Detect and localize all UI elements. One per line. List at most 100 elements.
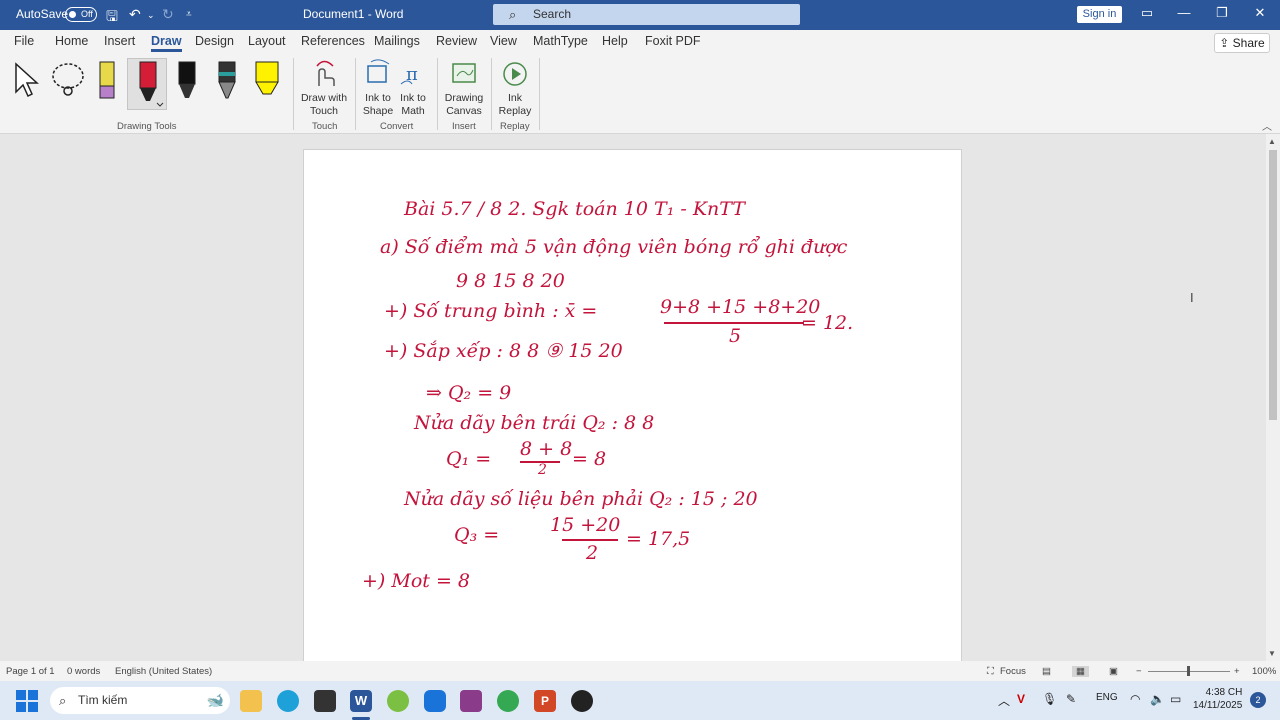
close-icon[interactable]: ✕ bbox=[1250, 5, 1270, 21]
tab-file[interactable]: File bbox=[14, 34, 34, 48]
read-mode-icon[interactable]: ▤ bbox=[1042, 666, 1051, 677]
gray-pencil-icon[interactable] bbox=[215, 58, 239, 102]
file-explorer-icon[interactable] bbox=[240, 690, 262, 712]
zoom-level[interactable]: 100% bbox=[1252, 666, 1276, 677]
tab-draw[interactable]: Draw bbox=[151, 34, 182, 52]
scroll-down-icon[interactable]: ▼ bbox=[1268, 649, 1276, 658]
document-page[interactable]: Bài 5.7 / 8 2. Sgk toán 10 T₁ - KnTT a) … bbox=[303, 149, 962, 661]
black-pen-icon[interactable] bbox=[175, 58, 199, 102]
tab-mathtype[interactable]: MathType bbox=[533, 34, 588, 48]
tab-view[interactable]: View bbox=[490, 34, 517, 48]
wifi-icon[interactable]: ◠ bbox=[1130, 692, 1140, 706]
ribbon-separator bbox=[293, 58, 294, 130]
zoom-out-icon[interactable]: − bbox=[1136, 666, 1142, 677]
share-label: Share bbox=[1232, 36, 1265, 50]
ink-to-shape-icon bbox=[360, 58, 396, 90]
ink-to-shape-button[interactable]: Ink to Shape bbox=[360, 58, 396, 118]
tab-review[interactable]: Review bbox=[436, 34, 477, 48]
web-layout-icon[interactable]: ▣ bbox=[1109, 666, 1118, 677]
show-hidden-icons[interactable]: ︿ bbox=[998, 692, 1010, 709]
zoom-slider-thumb[interactable] bbox=[1187, 666, 1190, 676]
red-pen-icon bbox=[139, 61, 164, 107]
zalo-icon[interactable] bbox=[424, 690, 446, 712]
autosave-toggle[interactable]: Off bbox=[65, 7, 97, 22]
geogebra-icon[interactable] bbox=[387, 690, 409, 712]
restore-icon[interactable]: ❐ bbox=[1212, 5, 1232, 21]
windows-start-icon[interactable] bbox=[16, 690, 38, 712]
microphone-icon[interactable]: 🎙 bbox=[1042, 692, 1057, 706]
customize-toolbar-icon[interactable]: ⩡ bbox=[186, 9, 192, 20]
drawing-canvas-icon bbox=[442, 58, 486, 90]
touch-hand-icon bbox=[299, 58, 349, 90]
ribbon-separator bbox=[491, 58, 492, 130]
winrar-icon[interactable] bbox=[460, 690, 482, 712]
tab-help[interactable]: Help bbox=[602, 34, 628, 48]
ink-line-title: Bài 5.7 / 8 2. Sgk toán 10 T₁ - KnTT bbox=[404, 198, 745, 220]
yellow-highlighter-icon[interactable] bbox=[253, 58, 281, 102]
word-count[interactable]: 0 words bbox=[67, 666, 100, 677]
search-box[interactable]: ⌕ Search bbox=[493, 4, 800, 25]
tab-references[interactable]: References bbox=[301, 34, 365, 48]
page-count[interactable]: Page 1 of 1 bbox=[6, 666, 55, 677]
chrome-icon[interactable] bbox=[497, 690, 519, 712]
scrollbar-thumb[interactable] bbox=[1269, 150, 1277, 420]
save-icon[interactable]: 🖫 bbox=[106, 6, 118, 30]
ink-line-a: a) Số điểm mà 5 vận động viên bóng rổ gh… bbox=[380, 236, 848, 258]
battery-icon[interactable]: ▭ bbox=[1170, 692, 1181, 706]
collapse-ribbon-icon[interactable]: ︿ bbox=[1262, 118, 1272, 133]
powerpoint-icon[interactable]: P bbox=[534, 690, 556, 712]
ink-line-median: ⇒ Q₂ = 9 bbox=[426, 382, 512, 404]
select-objects-icon[interactable] bbox=[12, 58, 42, 100]
title-bar: AutoSave Off 🖫 ↶ ⌄ ↻ ⩡ Document1 - Word … bbox=[0, 0, 1280, 30]
tab-layout[interactable]: Layout bbox=[248, 34, 286, 48]
input-language[interactable]: ENG bbox=[1096, 692, 1118, 703]
sign-in-button[interactable]: Sign in bbox=[1077, 6, 1122, 23]
app-icon[interactable] bbox=[571, 690, 593, 712]
minimize-icon[interactable]: — bbox=[1174, 5, 1194, 20]
search-placeholder: Search bbox=[533, 7, 572, 21]
pen-icon[interactable]: ✎ bbox=[1066, 692, 1076, 706]
redo-icon[interactable]: ↻ bbox=[162, 6, 174, 23]
notification-badge[interactable]: 2 bbox=[1250, 692, 1266, 708]
ribbon-separator bbox=[539, 58, 540, 130]
lasso-select-icon[interactable] bbox=[50, 58, 86, 100]
red-pen-selected[interactable] bbox=[127, 58, 167, 110]
document-canvas[interactable]: Bài 5.7 / 8 2. Sgk toán 10 T₁ - KnTT a) … bbox=[0, 134, 1266, 661]
undo-dropdown-icon[interactable]: ⌄ bbox=[147, 10, 155, 21]
tab-mailings[interactable]: Mailings bbox=[374, 34, 420, 48]
tab-foxit-pdf[interactable]: Foxit PDF bbox=[645, 34, 701, 48]
status-bar: Page 1 of 1 0 words English (United Stat… bbox=[0, 661, 1280, 681]
manatee-icon: 🐋 bbox=[206, 692, 224, 708]
pencil-highlighter-icon[interactable] bbox=[96, 58, 118, 102]
ink-to-math-button[interactable]: π Ink to Math bbox=[396, 58, 430, 118]
draw-with-touch-button[interactable]: Draw with Touch bbox=[299, 58, 349, 118]
tab-design[interactable]: Design bbox=[195, 34, 234, 48]
focus-button[interactable]: Focus bbox=[1000, 666, 1026, 677]
scroll-up-icon[interactable]: ▲ bbox=[1268, 137, 1276, 146]
clock-time: 4:38 CH bbox=[1205, 687, 1243, 698]
edge-icon[interactable] bbox=[277, 690, 299, 712]
taskbar-search[interactable]: ⌕ Tìm kiếm 🐋 bbox=[50, 687, 230, 714]
share-button[interactable]: ⇪ Share bbox=[1214, 33, 1270, 53]
drawing-canvas-button[interactable]: Drawing Canvas bbox=[442, 58, 486, 118]
language-status[interactable]: English (United States) bbox=[115, 666, 212, 677]
ink-replay-button[interactable]: Ink Replay bbox=[496, 58, 534, 118]
ink-line-right-half: Nửa dãy số liệu bên phải Q₂ : 15 ; 20 bbox=[404, 488, 758, 510]
print-layout-icon[interactable]: ▦ bbox=[1072, 666, 1089, 677]
clock[interactable]: 4:38 CH 14/11/2025 bbox=[1193, 686, 1242, 712]
volume-icon[interactable]: 🔈 bbox=[1150, 692, 1165, 706]
ink-line-mode: +) Mot = 8 bbox=[362, 570, 470, 592]
store-icon[interactable] bbox=[314, 690, 336, 712]
vertical-scrollbar[interactable]: ▲ ▼ bbox=[1266, 134, 1280, 661]
ink-line-q3-numerator: 15 +20 bbox=[550, 514, 621, 536]
antivirus-icon[interactable]: V bbox=[1017, 692, 1025, 706]
zoom-in-icon[interactable]: + bbox=[1234, 666, 1240, 677]
drawing-canvas-label-2: Canvas bbox=[446, 105, 482, 117]
word-icon[interactable]: W bbox=[350, 690, 372, 712]
ink-to-shape-label-2: Shape bbox=[362, 105, 394, 117]
tab-home[interactable]: Home bbox=[55, 34, 88, 48]
ribbon-display-icon[interactable]: ▭ bbox=[1137, 5, 1157, 21]
undo-icon[interactable]: ↶ bbox=[129, 6, 141, 23]
ink-line-q3-denominator: 2 bbox=[586, 542, 599, 564]
tab-insert[interactable]: Insert bbox=[104, 34, 135, 48]
